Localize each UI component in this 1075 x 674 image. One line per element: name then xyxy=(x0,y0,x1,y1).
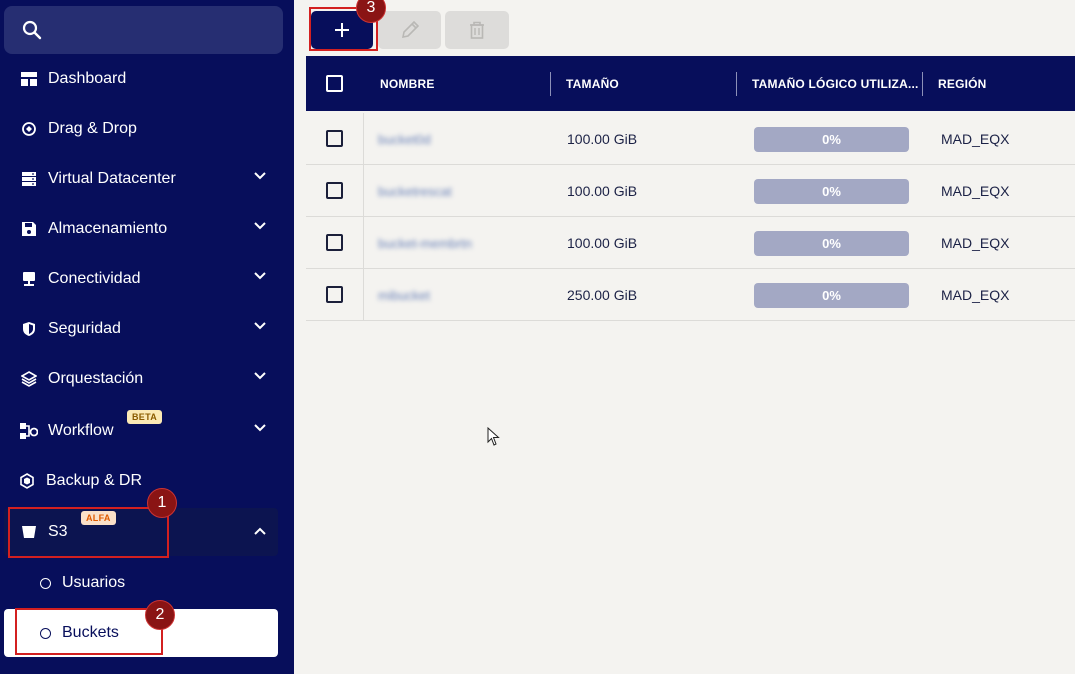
bucket-size: 100.00 GiB xyxy=(567,131,638,147)
bucket-size: 250.00 GiB xyxy=(567,287,638,303)
dashboard-icon xyxy=(20,70,38,88)
row-checkbox[interactable] xyxy=(326,286,343,303)
sidebar-item-label: Drag & Drop xyxy=(48,120,137,137)
bucket-size: 100.00 GiB xyxy=(567,235,638,251)
sidebar-item-label: Seguridad xyxy=(48,320,121,337)
row-divider xyxy=(363,113,364,165)
sidebar-item-label: Workflow xyxy=(48,422,114,439)
usage-progress-bar: 0% xyxy=(754,127,909,152)
sidebar-item-label: S3 xyxy=(48,523,68,540)
bucket-region: MAD_EQX xyxy=(941,235,1010,251)
row-divider xyxy=(363,269,364,321)
sidebar-item-orquestacion[interactable]: Orquestación xyxy=(4,356,278,402)
trash-icon xyxy=(470,21,484,39)
sidebar: Dashboard Drag & Drop Virtual Datacenter… xyxy=(0,0,294,674)
column-divider xyxy=(922,72,923,96)
server-icon xyxy=(20,170,38,188)
bucket-icon xyxy=(20,523,38,541)
bucket-size: 100.00 GiB xyxy=(567,183,638,199)
column-header-tamano[interactable]: TAMAÑO xyxy=(566,56,619,111)
step-marker-1: 1 xyxy=(147,488,177,518)
sidebar-item-conectividad[interactable]: Conectividad xyxy=(4,256,278,302)
column-divider xyxy=(550,72,551,96)
bucket-name[interactable]: bucketrescat xyxy=(378,165,452,217)
sidebar-item-label: Virtual Datacenter xyxy=(48,170,176,187)
column-header-nombre[interactable]: NOMBRE xyxy=(380,56,435,111)
sidebar-item-label: Conectividad xyxy=(48,270,141,287)
chevron-down-icon xyxy=(254,372,266,380)
chevron-down-icon xyxy=(254,322,266,330)
search-input[interactable] xyxy=(4,6,283,54)
sidebar-item-label: Backup & DR xyxy=(46,472,143,489)
column-header-tamano-logico[interactable]: TAMAÑO LÓGICO UTILIZA... xyxy=(752,56,919,111)
row-divider xyxy=(363,217,364,269)
plus-icon xyxy=(335,23,349,37)
bucket-region: MAD_EQX xyxy=(941,131,1010,147)
usage-progress-bar: 0% xyxy=(754,231,909,256)
circle-icon xyxy=(40,577,51,589)
row-checkbox[interactable] xyxy=(326,234,343,251)
drag-drop-icon xyxy=(20,120,38,138)
sidebar-item-label: Almacenamiento xyxy=(48,220,168,237)
sidebar-subitem-usuarios[interactable]: Usuarios xyxy=(4,559,278,607)
table-header: NOMBRE TAMAÑO TAMAÑO LÓGICO UTILIZA... R… xyxy=(306,56,1075,111)
delete-button[interactable] xyxy=(445,11,509,49)
sidebar-item-drag-drop[interactable]: Drag & Drop xyxy=(4,106,278,152)
usage-progress-bar: 0% xyxy=(754,283,909,308)
column-header-region[interactable]: REGIÓN xyxy=(938,56,987,111)
sidebar-item-workflow[interactable]: Workflow BETA xyxy=(4,408,278,454)
workflow-icon xyxy=(20,422,38,440)
alfa-badge: ALFA xyxy=(81,511,116,525)
table-row[interactable]: mibucket 250.00 GiB 0% MAD_EQX xyxy=(306,269,1075,321)
bucket-region: MAD_EQX xyxy=(941,287,1010,303)
sidebar-subitem-buckets[interactable]: Buckets xyxy=(4,609,278,657)
shield-icon xyxy=(20,320,38,338)
step-marker-2: 2 xyxy=(145,600,175,630)
bucket-name[interactable]: mibucket xyxy=(378,269,430,321)
sidebar-subitem-label: Usuarios xyxy=(62,574,126,591)
circle-icon xyxy=(40,627,51,639)
table-row[interactable]: bucket0d 100.00 GiB 0% MAD_EQX xyxy=(306,113,1075,165)
bucket-region: MAD_EQX xyxy=(941,183,1010,199)
sidebar-item-seguridad[interactable]: Seguridad xyxy=(4,306,278,352)
usage-progress-bar: 0% xyxy=(754,179,909,204)
bucket-name[interactable]: bucket0d xyxy=(378,113,431,165)
sidebar-item-backup-dr[interactable]: Backup & DR xyxy=(4,458,278,504)
chevron-down-icon xyxy=(254,272,266,280)
chevron-down-icon xyxy=(254,222,266,230)
column-divider xyxy=(736,72,737,96)
select-all-checkbox[interactable] xyxy=(326,75,343,92)
pencil-icon xyxy=(401,20,419,39)
row-checkbox[interactable] xyxy=(326,182,343,199)
mouse-cursor-icon xyxy=(487,427,500,446)
layers-icon xyxy=(20,370,38,388)
bucket-name[interactable]: bucket-membrtn xyxy=(378,217,472,269)
chevron-down-icon xyxy=(254,424,266,432)
backup-icon xyxy=(18,472,36,490)
chevron-up-icon xyxy=(254,527,266,535)
monitor-icon xyxy=(20,270,38,288)
sidebar-item-dashboard[interactable]: Dashboard xyxy=(4,56,278,102)
sidebar-item-almacenamiento[interactable]: Almacenamiento xyxy=(4,206,278,252)
table-row[interactable]: bucketrescat 100.00 GiB 0% MAD_EQX xyxy=(306,165,1075,217)
sidebar-item-label: Dashboard xyxy=(48,70,127,87)
sidebar-item-s3[interactable]: S3 ALFA xyxy=(4,508,278,556)
edit-button[interactable] xyxy=(378,11,441,49)
sidebar-item-label: Orquestación xyxy=(48,370,144,387)
beta-badge: BETA xyxy=(127,410,163,424)
row-divider xyxy=(363,165,364,217)
row-checkbox[interactable] xyxy=(326,130,343,147)
sidebar-subitem-label: Buckets xyxy=(62,624,119,641)
save-icon xyxy=(20,220,38,238)
sidebar-item-virtual-datacenter[interactable]: Virtual Datacenter xyxy=(4,156,278,202)
table-row[interactable]: bucket-membrtn 100.00 GiB 0% MAD_EQX xyxy=(306,217,1075,269)
search-icon xyxy=(22,20,42,40)
chevron-down-icon xyxy=(254,172,266,180)
